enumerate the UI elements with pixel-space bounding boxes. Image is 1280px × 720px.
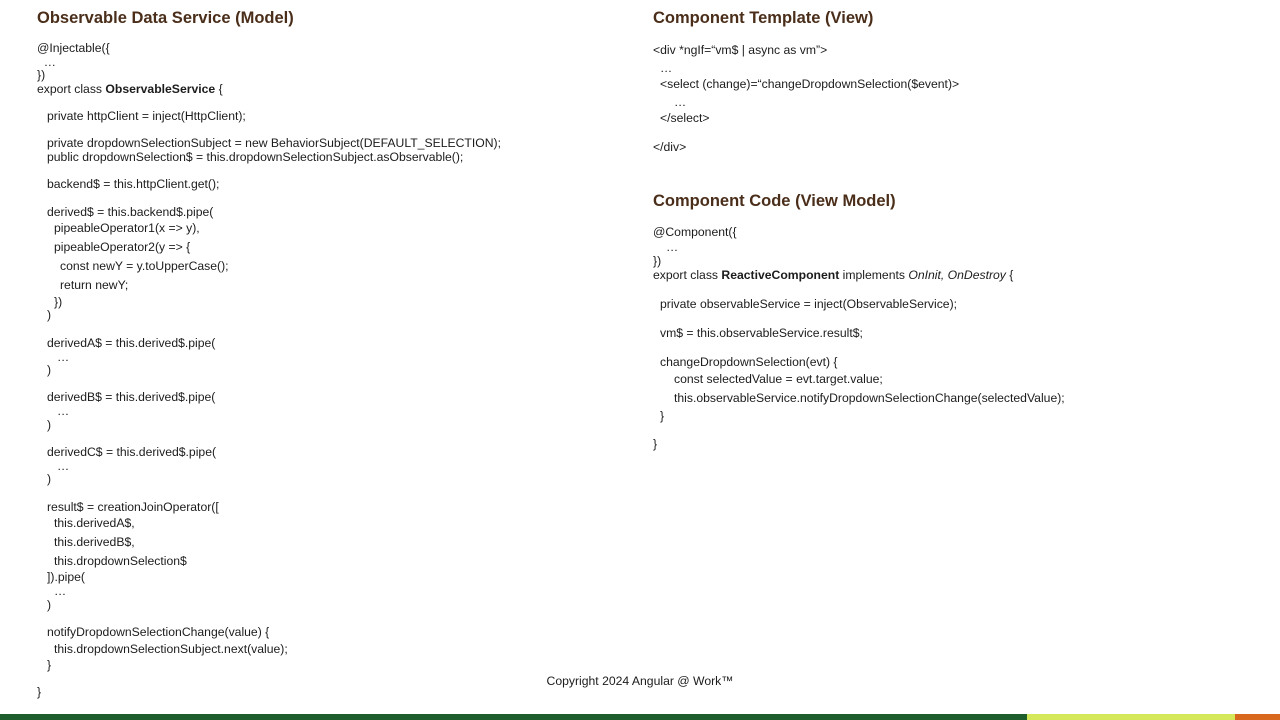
code-line: vm$ = this.observableService.result$;: [660, 326, 863, 340]
code-line: private dropdownSelectionSubject = new B…: [47, 136, 501, 150]
code-line: …: [57, 350, 70, 364]
code-line: @Component({: [653, 225, 737, 239]
code-line: …: [57, 459, 70, 473]
code-line: derived$ = this.backend$.pipe(: [47, 205, 214, 219]
template-section-title: Component Template (View): [653, 9, 874, 27]
code-line: }: [660, 409, 665, 423]
code-line: }: [653, 437, 658, 451]
footer-bar-orange: [1235, 714, 1280, 720]
component-code-section-title: Component Code (View Model): [653, 192, 896, 210]
code-line: <div *ngIf=“vm$ | async as vm”>: [653, 43, 828, 57]
footer-bar-lime: [1027, 714, 1235, 720]
model-section-title: Observable Data Service (Model): [37, 9, 294, 27]
code-line: ]).pipe(: [47, 570, 85, 584]
code-line: ): [47, 418, 52, 432]
code-line: pipeableOperator1(x => y),: [54, 221, 200, 235]
code-line: @Injectable({: [37, 41, 110, 55]
code-line: …: [54, 584, 67, 598]
code-line: <select (change)=“changeDropdownSelectio…: [660, 77, 960, 91]
code-text: {: [1005, 268, 1014, 282]
code-line: ): [47, 363, 52, 377]
code-line: public dropdownSelection$ = this.dropdow…: [47, 150, 464, 164]
code-line: ): [47, 308, 52, 322]
code-line: this.observableService.notifyDropdownSel…: [674, 391, 1065, 405]
code-line: derivedB$ = this.derived$.pipe(: [47, 390, 216, 404]
code-line: }): [37, 68, 46, 82]
code-line: changeDropdownSelection(evt) {: [660, 355, 838, 369]
code-line: }): [653, 254, 662, 268]
interface-names: OnInit, OnDestroy: [908, 268, 1006, 282]
code-line: </div>: [653, 140, 687, 154]
code-line: …: [666, 240, 679, 254]
code-line: }: [47, 658, 52, 672]
code-line: this.dropdownSelectionSubject.next(value…: [54, 642, 288, 656]
code-line: pipeableOperator2(y => {: [54, 240, 191, 254]
code-text: export class: [37, 82, 106, 96]
code-line: derivedA$ = this.derived$.pipe(: [47, 336, 216, 350]
code-line: …: [57, 404, 70, 418]
class-name: ObservableService: [105, 82, 216, 96]
copyright-text: Copyright 2024 Angular @ Work™: [546, 674, 734, 688]
class-declaration: export class ReactiveComponent implement…: [653, 268, 1013, 282]
code-text: {: [215, 82, 223, 96]
code-line: …: [660, 61, 673, 75]
code-line: …: [674, 95, 687, 109]
code-text: export class: [653, 268, 722, 282]
code-line: ): [47, 472, 52, 486]
code-line: private httpClient = inject(HttpClient);: [47, 109, 246, 123]
code-line: this.dropdownSelection$: [54, 554, 187, 568]
code-line: result$ = creationJoinOperator([: [47, 500, 219, 514]
code-line: private observableService = inject(Obser…: [660, 297, 958, 311]
code-line: const selectedValue = evt.target.value;: [674, 372, 883, 386]
code-line: return newY;: [60, 278, 129, 292]
code-line: </select>: [660, 111, 710, 125]
code-line: const newY = y.toUpperCase();: [60, 259, 229, 273]
code-line: notifyDropdownSelectionChange(value) {: [47, 625, 270, 639]
code-text: implements: [839, 268, 909, 282]
class-name: ReactiveComponent: [721, 268, 840, 282]
code-line: …: [37, 55, 56, 69]
code-line: this.derivedA$,: [54, 516, 135, 530]
footer-bar-green: [0, 714, 1027, 720]
code-line: derivedC$ = this.derived$.pipe(: [47, 445, 217, 459]
code-line: }): [54, 295, 63, 309]
code-line: this.derivedB$,: [54, 535, 135, 549]
code-line: ): [47, 598, 52, 612]
class-declaration: export class ObservableService {: [37, 82, 223, 96]
code-line: backend$ = this.httpClient.get();: [47, 177, 220, 191]
